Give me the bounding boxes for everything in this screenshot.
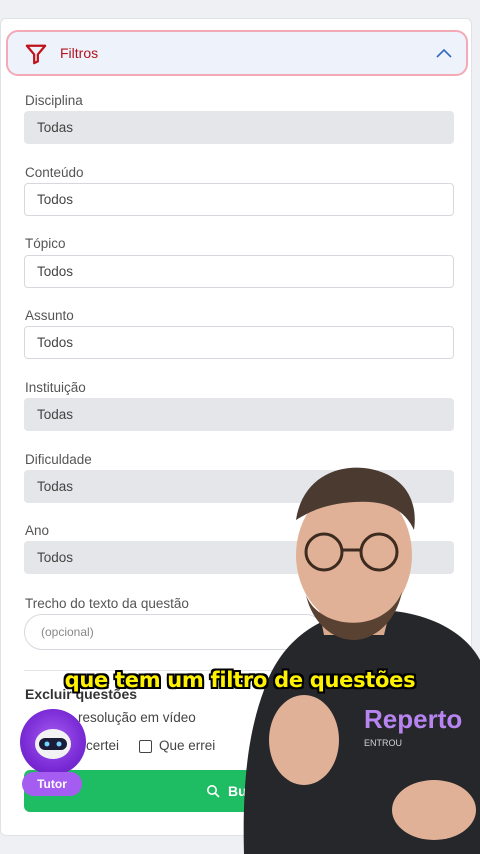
select-assunto[interactable]: Todos: [24, 326, 454, 359]
checkbox-errei[interactable]: [139, 740, 152, 753]
select-conteudo[interactable]: Todos: [24, 183, 454, 216]
tutor-badge[interactable]: Tutor: [22, 772, 82, 796]
filters-header[interactable]: Filtros: [6, 30, 468, 76]
label-disciplina: Disciplina: [25, 93, 83, 108]
shirt-logo-subtext: ENTROU: [364, 738, 402, 748]
chevron-up-icon[interactable]: [436, 47, 452, 59]
option-errei-label[interactable]: Que errei: [159, 738, 215, 753]
label-conteudo: Conteúdo: [25, 165, 84, 180]
robot-icon: [35, 729, 71, 759]
label-trecho: Trecho do texto da questão: [25, 596, 189, 611]
presenter-video: Reperto ENTROU: [243, 467, 480, 854]
filters-title: Filtros: [60, 45, 99, 61]
option-video-label[interactable]: resolução em vídeo: [78, 710, 196, 725]
label-topico: Tópico: [25, 236, 66, 251]
label-ano: Ano: [25, 523, 50, 538]
label-assunto: Assunto: [25, 308, 74, 323]
tutor-avatar[interactable]: [20, 709, 86, 775]
video-caption: que tem um filtro de questões: [64, 668, 416, 692]
select-disciplina[interactable]: Todas: [24, 111, 454, 144]
label-instituicao: Instituição: [25, 380, 86, 395]
search-icon: [207, 785, 220, 798]
filter-icon: [25, 44, 47, 65]
select-topico[interactable]: Todos: [24, 255, 454, 288]
label-dificuldade: Dificuldade: [25, 452, 92, 467]
select-instituicao[interactable]: Todas: [24, 398, 454, 431]
option-acertei-label[interactable]: certei: [86, 738, 119, 753]
shirt-logo-text: Reperto: [364, 704, 462, 734]
